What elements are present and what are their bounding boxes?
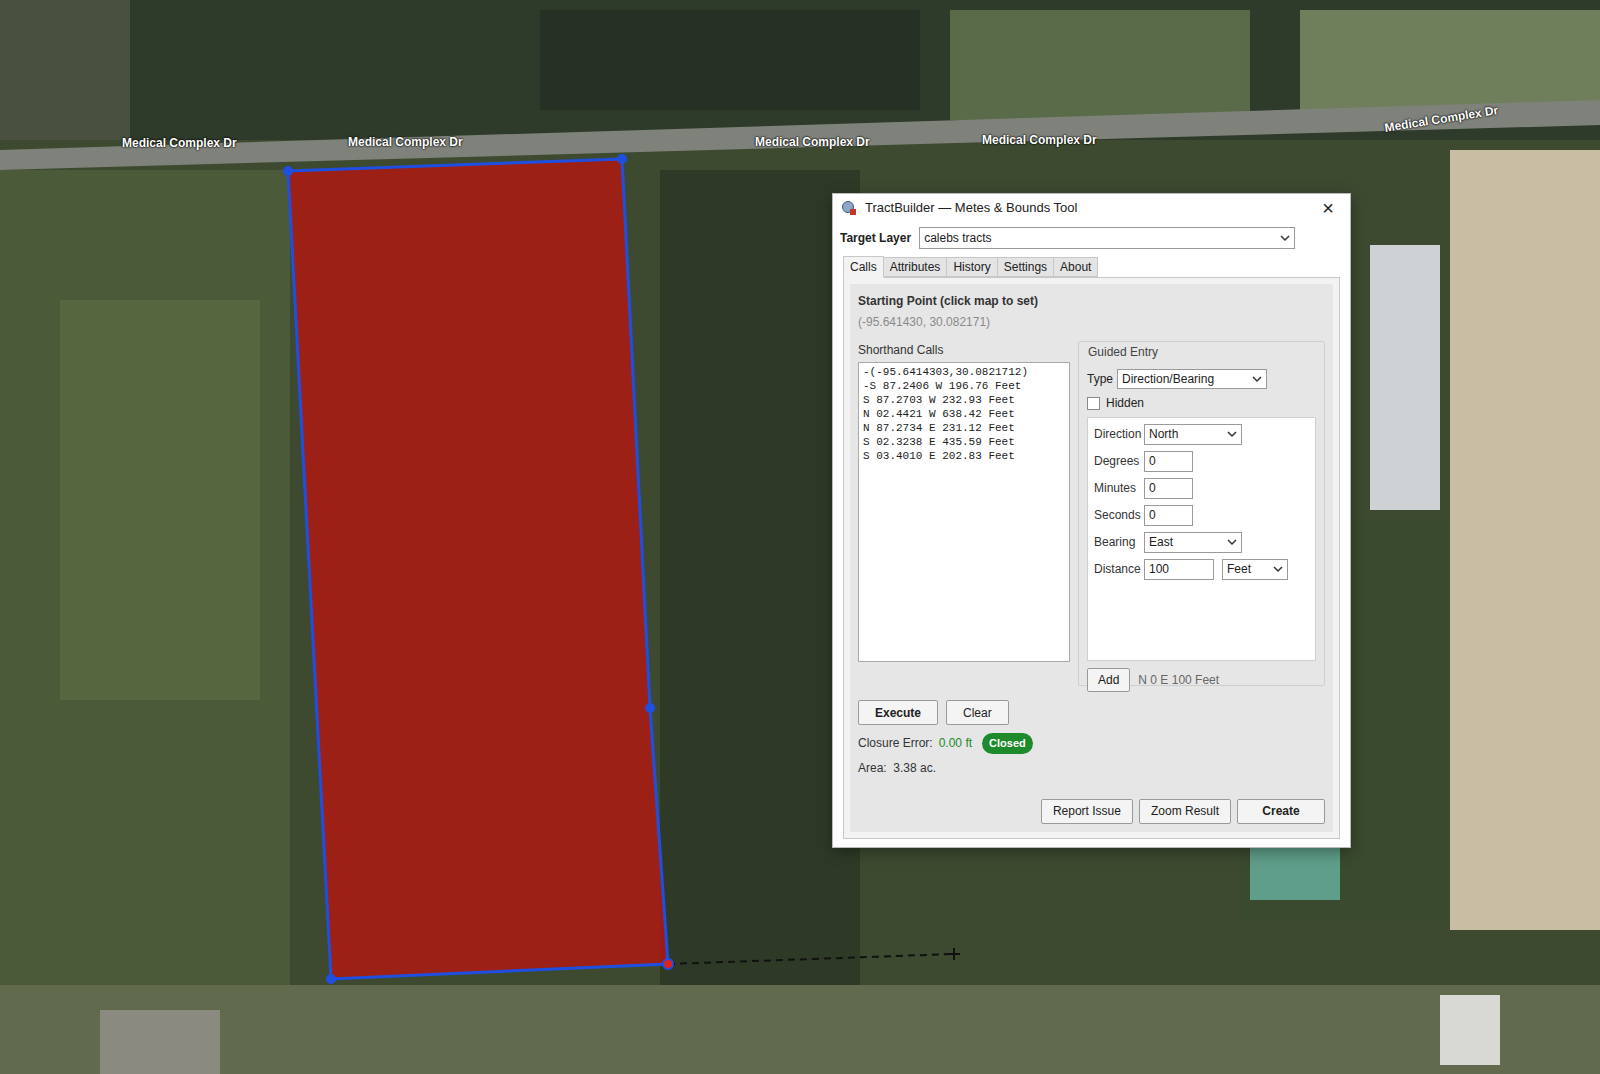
field-input[interactable]: 0: [1144, 505, 1193, 526]
call-line: S 03.4010 E 202.83 Feet: [863, 449, 1065, 463]
tab[interactable]: Attributes: [883, 257, 948, 277]
road-label: Medical Complex Dr: [122, 134, 237, 152]
hidden-checkbox[interactable]: [1087, 397, 1100, 410]
starting-point-label: Starting Point (click map to set): [858, 292, 1325, 310]
footer-button[interactable]: Create: [1237, 799, 1325, 824]
action-button[interactable]: Execute: [858, 700, 938, 725]
add-button[interactable]: Add: [1087, 668, 1130, 692]
field-label: Degrees: [1094, 452, 1142, 470]
call-line: N 87.2734 E 231.12 Feet: [863, 421, 1065, 435]
unit-select[interactable]: Feet: [1222, 559, 1288, 580]
call-line: S 87.2703 W 232.93 Feet: [863, 393, 1065, 407]
road-label: Medical Complex Dr: [755, 133, 870, 151]
field-label: Seconds: [1094, 506, 1142, 524]
action-button[interactable]: Clear: [946, 700, 1009, 725]
field-label: Direction: [1094, 425, 1142, 443]
call-line: S 02.3238 E 435.59 Feet: [863, 435, 1065, 449]
guided-entry-label: Guided Entry: [1087, 343, 1159, 361]
closure-value: 0.00 ft: [939, 734, 972, 752]
tab-label: Calls: [850, 258, 877, 276]
field-row: Distance 100 Feet: [1094, 558, 1309, 580]
tab-label: History: [953, 258, 990, 276]
field-row: Bearing East: [1094, 531, 1309, 553]
closed-badge: Closed: [982, 733, 1033, 754]
call-line: N 02.4421 W 638.42 Feet: [863, 407, 1065, 421]
guided-fields: Direction North Degrees 0 Minutes 0 Seconds 0 Be…: [1087, 417, 1316, 661]
field-input[interactable]: 0: [1144, 478, 1193, 499]
tab-label: Attributes: [890, 258, 941, 276]
field-value: 0: [1149, 479, 1156, 497]
footer-button[interactable]: Zoom Result: [1139, 799, 1231, 824]
tab-label: Settings: [1004, 258, 1047, 276]
chevron-down-icon: [1227, 429, 1237, 439]
tab-bar: Calls Attributes History Settings About: [833, 255, 1350, 277]
target-layer-select[interactable]: calebs tracts: [919, 227, 1295, 249]
chevron-down-icon: [1252, 374, 1262, 384]
field-row: Minutes 0: [1094, 477, 1309, 499]
tab-panel: Starting Point (click map to set) (-95.6…: [843, 277, 1340, 839]
chevron-down-icon: [1227, 537, 1237, 547]
shorthand-label: Shorthand Calls: [858, 341, 1070, 359]
footer-button[interactable]: Report Issue: [1041, 799, 1133, 824]
hidden-label: Hidden: [1106, 394, 1144, 412]
guided-entry-group: Guided Entry Type Direction/Bearing Hidd…: [1078, 341, 1325, 686]
tab[interactable]: Settings: [997, 257, 1054, 277]
type-value: Direction/Bearing: [1122, 370, 1214, 388]
field-select[interactable]: North: [1144, 424, 1242, 445]
chevron-down-icon: [1273, 564, 1283, 574]
shorthand-textarea[interactable]: -(-95.6414303,30.0821712)-S 87.2406 W 19…: [858, 362, 1070, 662]
starting-point-coords: (-95.641430, 30.082171): [858, 313, 1325, 331]
map-canvas[interactable]: Medical Complex Dr Medical Complex Dr Medi…: [0, 0, 1600, 1074]
call-preview: N 0 E 100 Feet: [1138, 671, 1219, 689]
field-value: North: [1149, 425, 1178, 443]
field-input[interactable]: 100: [1144, 559, 1214, 580]
call-line: -S 87.2406 W 196.76 Feet: [863, 379, 1065, 393]
field-label: Distance: [1094, 560, 1142, 578]
tab[interactable]: Calls: [843, 256, 884, 278]
chevron-down-icon: [1280, 233, 1290, 243]
field-value: 0: [1149, 506, 1156, 524]
field-input[interactable]: 0: [1144, 451, 1193, 472]
tab[interactable]: About: [1053, 257, 1098, 277]
field-label: Bearing: [1094, 533, 1142, 551]
road-label: Medical Complex Dr: [348, 133, 463, 151]
close-button[interactable]: ×: [1314, 198, 1342, 218]
app-globe-icon: [841, 200, 857, 216]
field-row: Seconds 0: [1094, 504, 1309, 526]
type-select[interactable]: Direction/Bearing: [1117, 369, 1267, 389]
field-row: Direction North: [1094, 423, 1309, 445]
target-layer-label: Target Layer: [840, 229, 911, 247]
unit-value: Feet: [1227, 560, 1251, 578]
target-layer-value: calebs tracts: [924, 229, 991, 247]
field-row: Degrees 0: [1094, 450, 1309, 472]
field-value: East: [1149, 533, 1173, 551]
type-label: Type: [1087, 370, 1113, 388]
window-title: TractBuilder — Metes & Bounds Tool: [865, 198, 1306, 218]
tractbuilder-window[interactable]: TractBuilder — Metes & Bounds Tool × Tar…: [832, 193, 1351, 848]
field-value: 100: [1149, 560, 1169, 578]
field-label: Minutes: [1094, 479, 1142, 497]
field-value: 0: [1149, 452, 1156, 470]
road-label: Medical Complex Dr: [982, 131, 1097, 149]
tab[interactable]: History: [946, 257, 997, 277]
call-line: -(-95.6414303,30.0821712): [863, 365, 1065, 379]
field-select[interactable]: East: [1144, 532, 1242, 553]
closure-label: Closure Error:: [858, 734, 933, 752]
area-readout: Area: 3.38 ac.: [858, 759, 1325, 777]
satellite-imagery: [0, 0, 1600, 1074]
tab-label: About: [1060, 258, 1091, 276]
title-bar[interactable]: TractBuilder — Metes & Bounds Tool ×: [833, 194, 1350, 221]
